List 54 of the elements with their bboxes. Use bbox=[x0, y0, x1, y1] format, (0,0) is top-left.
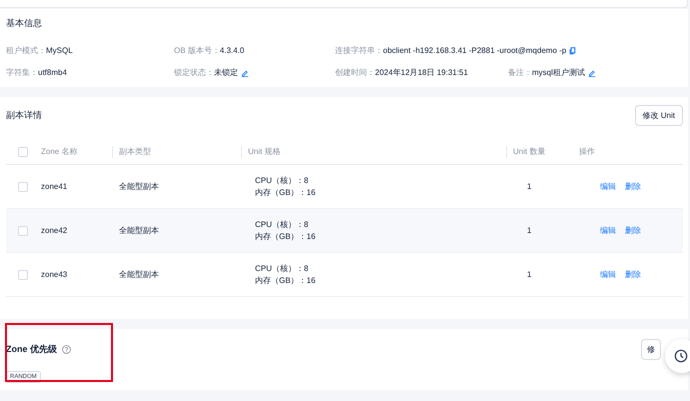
field-label: OB 版本号： bbox=[174, 45, 220, 56]
modify-button[interactable]: 修 bbox=[641, 339, 661, 360]
table-cell-text: CPU（核）：8 bbox=[255, 262, 310, 274]
table-cell: zone43 bbox=[41, 270, 68, 279]
field-value: utf8mb4 bbox=[38, 68, 67, 77]
field-label: 租户模式： bbox=[6, 45, 46, 56]
table-cell-text: CPU（核）：8 bbox=[255, 218, 310, 230]
column-header: 操作 bbox=[579, 147, 595, 156]
edit-icon[interactable] bbox=[588, 68, 596, 76]
field-value: MySQL bbox=[46, 46, 73, 55]
column-header: Unit 规格 bbox=[248, 146, 280, 157]
table-cell: 1 bbox=[527, 182, 532, 191]
table-cell: 1 bbox=[527, 270, 532, 279]
table-cell-text: 内存（GB）：16 bbox=[255, 186, 316, 198]
column-header: Unit 数量 bbox=[513, 146, 546, 157]
help-icon[interactable] bbox=[62, 345, 71, 354]
field-label: 创建时间： bbox=[335, 67, 375, 78]
table-cell: 全能型副本 bbox=[119, 270, 159, 279]
row-checkbox[interactable] bbox=[18, 182, 28, 192]
table-cell-text: 内存（GB）：16 bbox=[255, 274, 316, 286]
field-value: 未锁定 bbox=[214, 67, 238, 78]
table-cell: zone41 bbox=[41, 182, 68, 191]
row-checkbox[interactable] bbox=[18, 226, 28, 236]
section-title: 副本详情 bbox=[6, 109, 42, 122]
table-cell: 全能型副本 bbox=[119, 182, 159, 191]
field-label: 字符集： bbox=[6, 67, 38, 78]
delete-link[interactable]: 删除 bbox=[625, 181, 641, 192]
copy-icon[interactable] bbox=[569, 46, 578, 54]
table-cell-text: 内存（GB）：16 bbox=[255, 230, 316, 242]
modify-unit-button[interactable]: 修改 Unit bbox=[634, 105, 683, 126]
field-label: 连接字符串： bbox=[335, 45, 383, 56]
edit-link[interactable]: 编辑 bbox=[600, 181, 616, 192]
section-title: 基本信息 bbox=[6, 17, 43, 30]
field-value: 4.3.4.0 bbox=[220, 46, 244, 55]
edit-link[interactable]: 编辑 bbox=[600, 269, 616, 280]
table-cell: zone42 bbox=[41, 226, 68, 235]
table-cell: 1 bbox=[527, 226, 532, 235]
row-checkbox[interactable] bbox=[18, 270, 28, 280]
delete-link[interactable]: 删除 bbox=[625, 225, 641, 236]
field-value: mysql租户测试 bbox=[532, 67, 585, 78]
field-label: 备注： bbox=[508, 67, 532, 78]
column-header: Zone 名称 bbox=[41, 147, 78, 156]
edit-link[interactable]: 编辑 bbox=[600, 225, 616, 236]
clock-icon bbox=[674, 349, 688, 363]
select-all-checkbox[interactable] bbox=[18, 146, 28, 156]
edit-icon[interactable] bbox=[241, 68, 249, 76]
field-label: 锁定状态： bbox=[174, 67, 214, 78]
section-title: Zone 优先级 bbox=[6, 343, 57, 356]
table-cell-text: CPU（核）：8 bbox=[255, 174, 310, 186]
column-header: 副本类型 bbox=[119, 146, 151, 157]
delete-link[interactable]: 删除 bbox=[625, 269, 641, 280]
field-value: obclient -h192.168.3.41 -P2881 -uroot@mqdemo -p bbox=[383, 46, 566, 55]
field-value: 2024年12月18日 19:31:51 bbox=[375, 67, 468, 78]
table-cell: 全能型副本 bbox=[119, 226, 159, 235]
